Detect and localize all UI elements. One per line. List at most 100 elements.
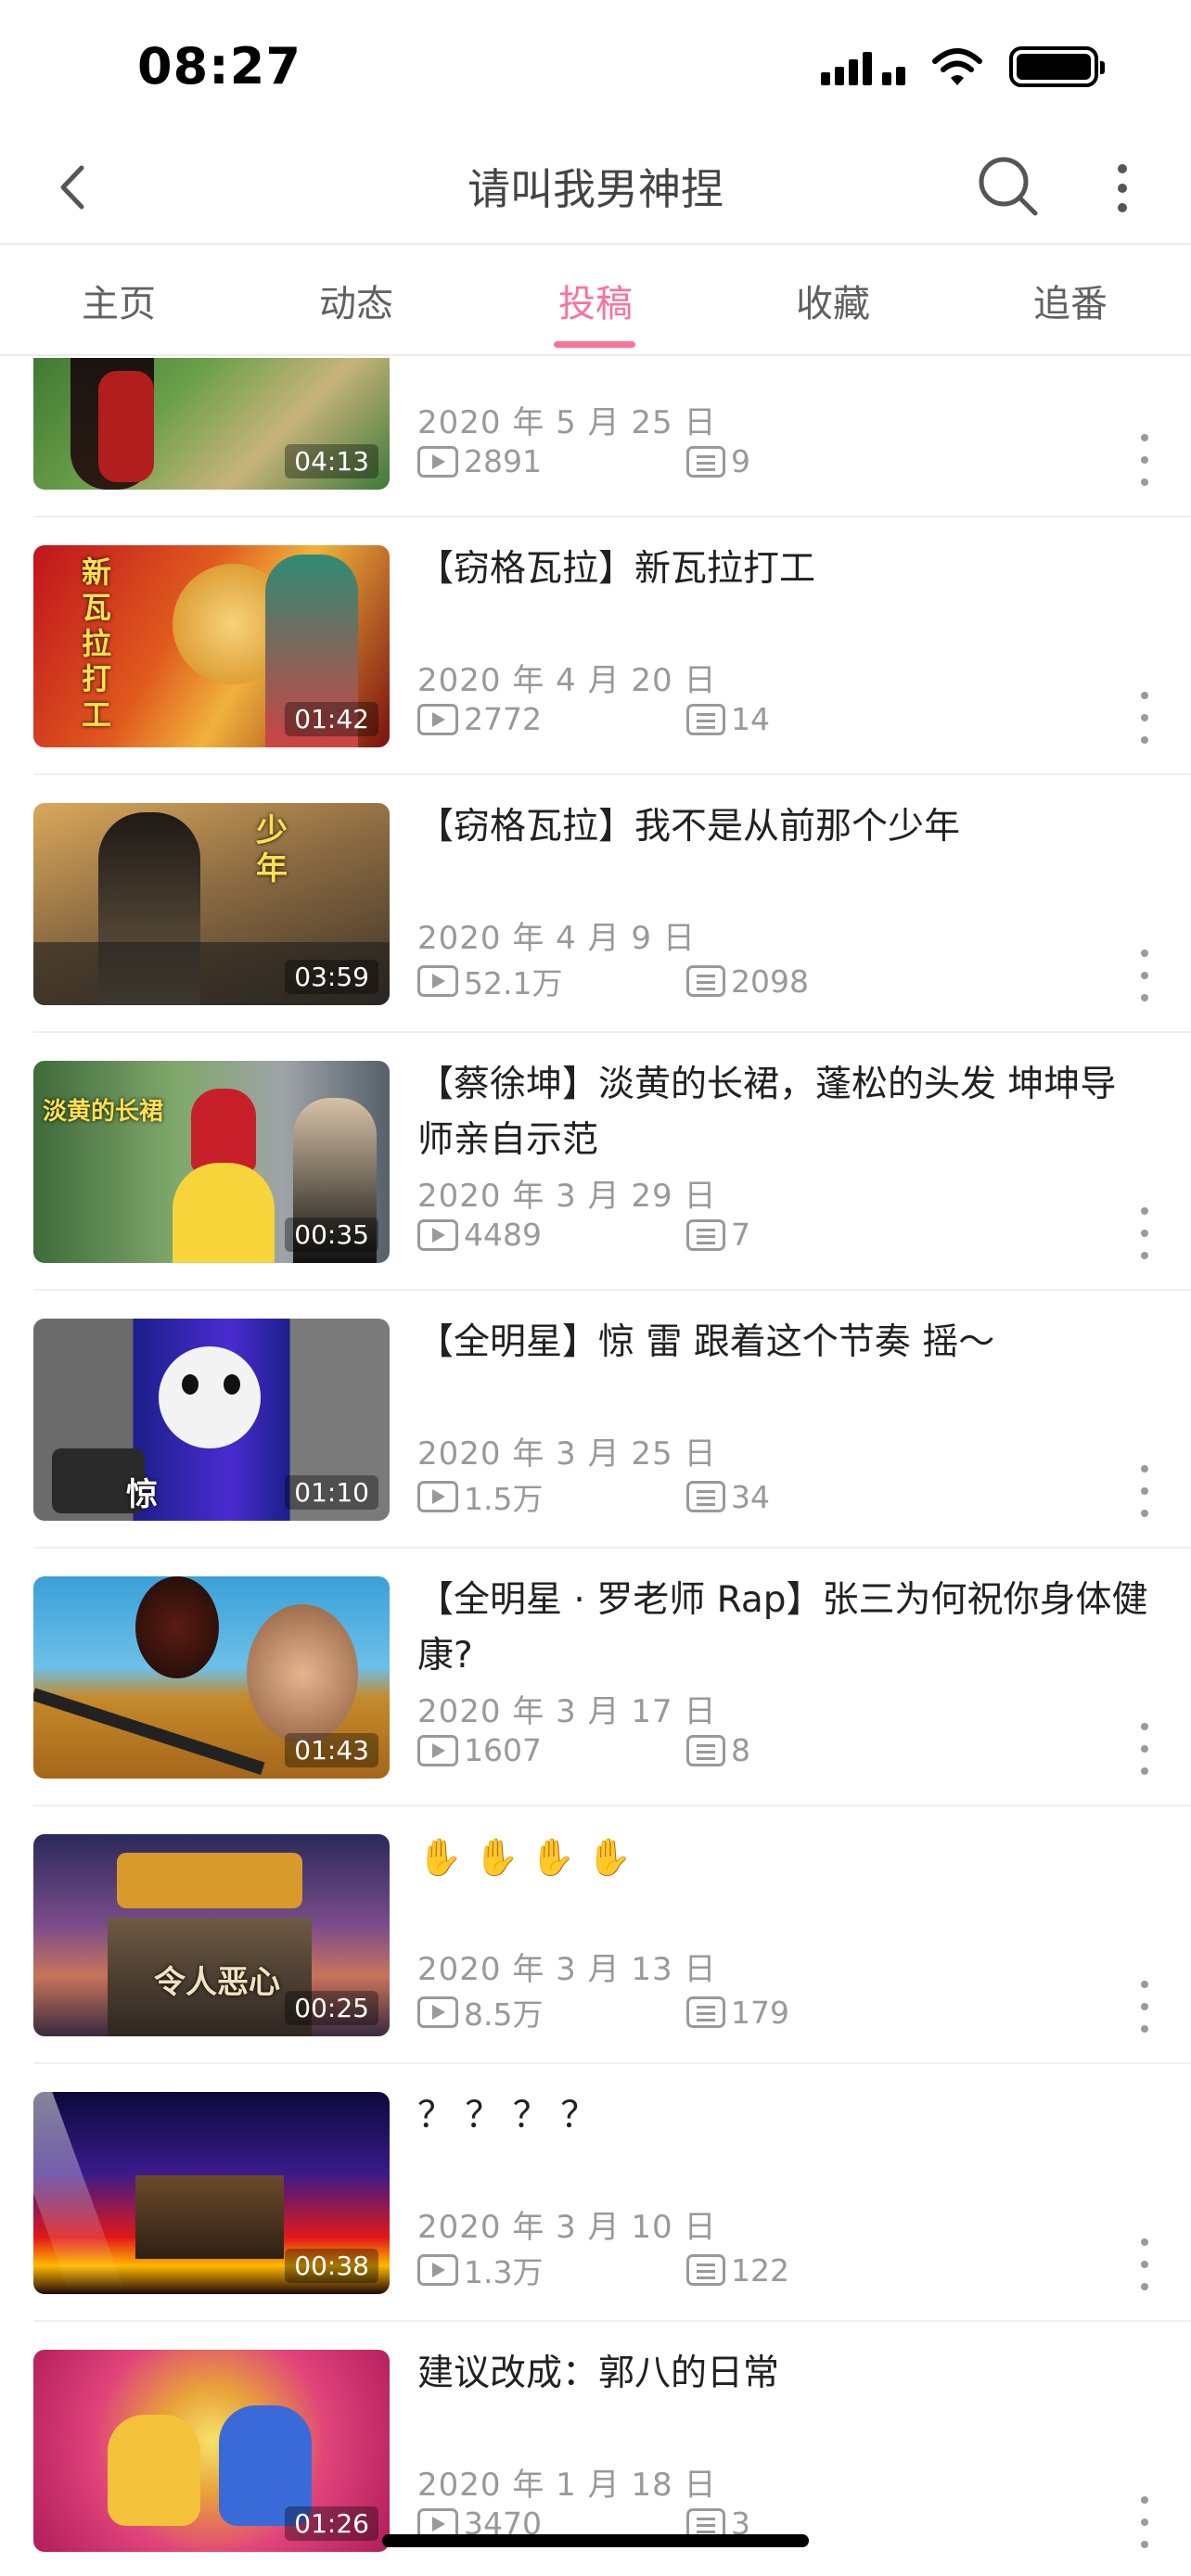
video-thumbnail[interactable]: 04:13 bbox=[33, 358, 390, 490]
comment-count: 14 bbox=[731, 701, 770, 737]
comment-count: 7 bbox=[731, 1217, 750, 1253]
video-duration: 01:42 bbox=[285, 702, 378, 736]
video-more-button[interactable] bbox=[1139, 692, 1150, 744]
home-indicator[interactable] bbox=[382, 2534, 809, 2547]
video-more-button[interactable] bbox=[1139, 1465, 1150, 1517]
video-duration: 01:10 bbox=[285, 1475, 378, 1510]
video-duration: 01:43 bbox=[285, 1733, 378, 1767]
video-stats: 2891 9 bbox=[417, 443, 750, 479]
video-duration: 00:25 bbox=[285, 1991, 378, 2025]
comment-count-icon bbox=[686, 445, 725, 478]
play-count-icon bbox=[417, 445, 458, 478]
tab-bangumi[interactable]: 追番 bbox=[952, 245, 1189, 356]
comment-count: 34 bbox=[731, 1478, 770, 1515]
status-bar: 08:27 bbox=[0, 0, 1191, 130]
video-thumbnail[interactable]: 惊 01:10 bbox=[33, 1319, 390, 1521]
video-date: 2020 年 3 月 29 日 bbox=[417, 1178, 717, 1215]
video-more-button[interactable] bbox=[1139, 1207, 1150, 1259]
video-title[interactable]: 【蔡徐坤】淡黄的长裙，蓬松的头发 坤坤导师亲自示范 bbox=[417, 1057, 1150, 1168]
signal-icon bbox=[821, 48, 905, 85]
video-duration: 04:13 bbox=[285, 444, 378, 478]
video-item[interactable]: 令人恶心 00:25 ✋ ✋ ✋ ✋ 2020 年 3 月 13 日 8.5万 … bbox=[0, 1806, 1191, 2064]
play-count: 1607 bbox=[464, 1732, 542, 1768]
video-thumbnail[interactable]: 少年 03:59 bbox=[33, 803, 390, 1005]
comment-count-icon bbox=[686, 703, 725, 735]
video-item[interactable]: 04:13 2020 年 5 月 25 日 2891 9 bbox=[0, 358, 1191, 517]
comment-count: 9 bbox=[731, 443, 750, 479]
video-more-button[interactable] bbox=[1139, 2496, 1150, 2548]
video-date: 2020 年 3 月 25 日 bbox=[417, 1435, 717, 1473]
video-title[interactable]: ✋ ✋ ✋ ✋ bbox=[417, 1830, 1150, 1886]
video-date: 2020 年 3 月 17 日 bbox=[417, 1693, 717, 1730]
comment-count-icon bbox=[686, 1996, 725, 2028]
thumbnail-caption: 令人恶心 bbox=[154, 1964, 280, 2001]
video-item[interactable]: 01:43 【全明星 · 罗老师 Rap】张三为何祝你身体健康? 2020 年 … bbox=[0, 1549, 1191, 1806]
thumbnail-caption: 淡黄的长裙 bbox=[43, 1098, 164, 1126]
video-title[interactable]: 【全明星】惊 雷 跟着这个节奏 摇～ bbox=[417, 1315, 1150, 1371]
search-icon bbox=[979, 157, 1038, 216]
tab-dynamic[interactable]: 动态 bbox=[237, 245, 475, 356]
thumbnail-caption: 惊 bbox=[126, 1476, 158, 1513]
play-count-icon bbox=[417, 2254, 458, 2286]
tab-bar: 主页 动态 投稿 收藏 追番 bbox=[0, 245, 1191, 356]
video-thumbnail[interactable]: 00:38 bbox=[33, 2092, 390, 2294]
video-title[interactable]: ？ ？ ？ ？ bbox=[417, 2088, 1150, 2144]
play-count-icon bbox=[417, 1996, 458, 2028]
tab-uploads[interactable]: 投稿 bbox=[477, 245, 714, 356]
video-title[interactable]: 【全明星 · 罗老师 Rap】张三为何祝你身体健康? bbox=[417, 1573, 1150, 1684]
video-duration: 01:26 bbox=[285, 2506, 378, 2541]
video-stats: 1607 8 bbox=[417, 1732, 750, 1768]
video-item[interactable]: 新瓦拉打工 01:42 【窃格瓦拉】新瓦拉打工 2020 年 4 月 20 日 … bbox=[0, 517, 1191, 775]
video-title[interactable]: 【窃格瓦拉】我不是从前那个少年 bbox=[417, 799, 1150, 855]
video-title[interactable]: 【窃格瓦拉】新瓦拉打工 bbox=[417, 542, 1150, 597]
video-thumbnail[interactable]: 01:26 bbox=[33, 2350, 390, 2552]
video-thumbnail[interactable]: 令人恶心 00:25 bbox=[33, 1834, 390, 2036]
comment-count: 179 bbox=[731, 1994, 789, 2031]
tab-favorites[interactable]: 收藏 bbox=[714, 245, 952, 356]
video-thumbnail[interactable]: 新瓦拉打工 01:42 bbox=[33, 545, 390, 747]
play-count: 4489 bbox=[464, 1217, 542, 1253]
video-list: 04:13 2020 年 5 月 25 日 2891 9 新瓦拉打工 01:42… bbox=[0, 358, 1191, 2576]
tab-home[interactable]: 主页 bbox=[0, 245, 237, 356]
video-thumbnail[interactable]: 01:43 bbox=[33, 1576, 390, 1779]
video-duration: 03:59 bbox=[285, 960, 378, 994]
play-count: 8.5万 bbox=[464, 1996, 544, 2033]
video-more-button[interactable] bbox=[1139, 1981, 1150, 2033]
comment-count-icon bbox=[686, 1734, 725, 1766]
more-button[interactable] bbox=[1104, 156, 1141, 221]
play-count: 2891 bbox=[464, 443, 542, 479]
video-date: 2020 年 3 月 13 日 bbox=[417, 1951, 717, 1988]
comment-count-icon bbox=[686, 1218, 725, 1251]
comment-count: 122 bbox=[731, 2251, 789, 2289]
video-stats: 1.5万 34 bbox=[417, 1474, 770, 1519]
video-date: 2020 年 5 月 25 日 bbox=[417, 404, 717, 441]
play-count-icon bbox=[417, 1481, 458, 1512]
active-tab-indicator bbox=[554, 341, 635, 348]
video-more-button[interactable] bbox=[1139, 2238, 1150, 2290]
video-thumbnail[interactable]: 淡黄的长裙 00:35 bbox=[33, 1061, 390, 1263]
video-date: 2020 年 4 月 9 日 bbox=[417, 920, 696, 957]
nav-bar: 请叫我男神捏 bbox=[0, 130, 1191, 245]
play-count: 52.1万 bbox=[464, 965, 563, 1001]
video-duration: 00:38 bbox=[285, 2249, 378, 2283]
status-time: 08:27 bbox=[137, 37, 301, 96]
video-title[interactable]: 建议改成：郭八的日常 bbox=[417, 2346, 1150, 2402]
play-count-icon bbox=[417, 1218, 458, 1251]
status-icons bbox=[821, 46, 1105, 87]
video-item[interactable]: 00:38 ？ ？ ？ ？ 2020 年 3 月 10 日 1.3万 122 bbox=[0, 2064, 1191, 2322]
video-item[interactable]: 惊 01:10 【全明星】惊 雷 跟着这个节奏 摇～ 2020 年 3 月 25… bbox=[0, 1291, 1191, 1549]
video-stats: 2772 14 bbox=[417, 701, 770, 737]
video-more-button[interactable] bbox=[1139, 1723, 1150, 1775]
comment-count-icon bbox=[686, 1481, 725, 1512]
video-more-button[interactable] bbox=[1139, 434, 1150, 486]
search-button[interactable] bbox=[976, 154, 1041, 219]
comment-count: 8 bbox=[731, 1732, 750, 1768]
video-stats: 4489 7 bbox=[417, 1217, 750, 1253]
play-count-icon bbox=[417, 1734, 458, 1766]
video-more-button[interactable] bbox=[1139, 950, 1150, 1001]
video-date: 2020 年 3 月 10 日 bbox=[417, 2209, 717, 2246]
video-item[interactable]: 淡黄的长裙 00:35 【蔡徐坤】淡黄的长裙，蓬松的头发 坤坤导师亲自示范 20… bbox=[0, 1033, 1191, 1291]
video-date: 2020 年 4 月 20 日 bbox=[417, 662, 717, 699]
video-item[interactable]: 少年 03:59 【窃格瓦拉】我不是从前那个少年 2020 年 4 月 9 日 … bbox=[0, 775, 1191, 1033]
play-count-icon bbox=[417, 965, 458, 997]
